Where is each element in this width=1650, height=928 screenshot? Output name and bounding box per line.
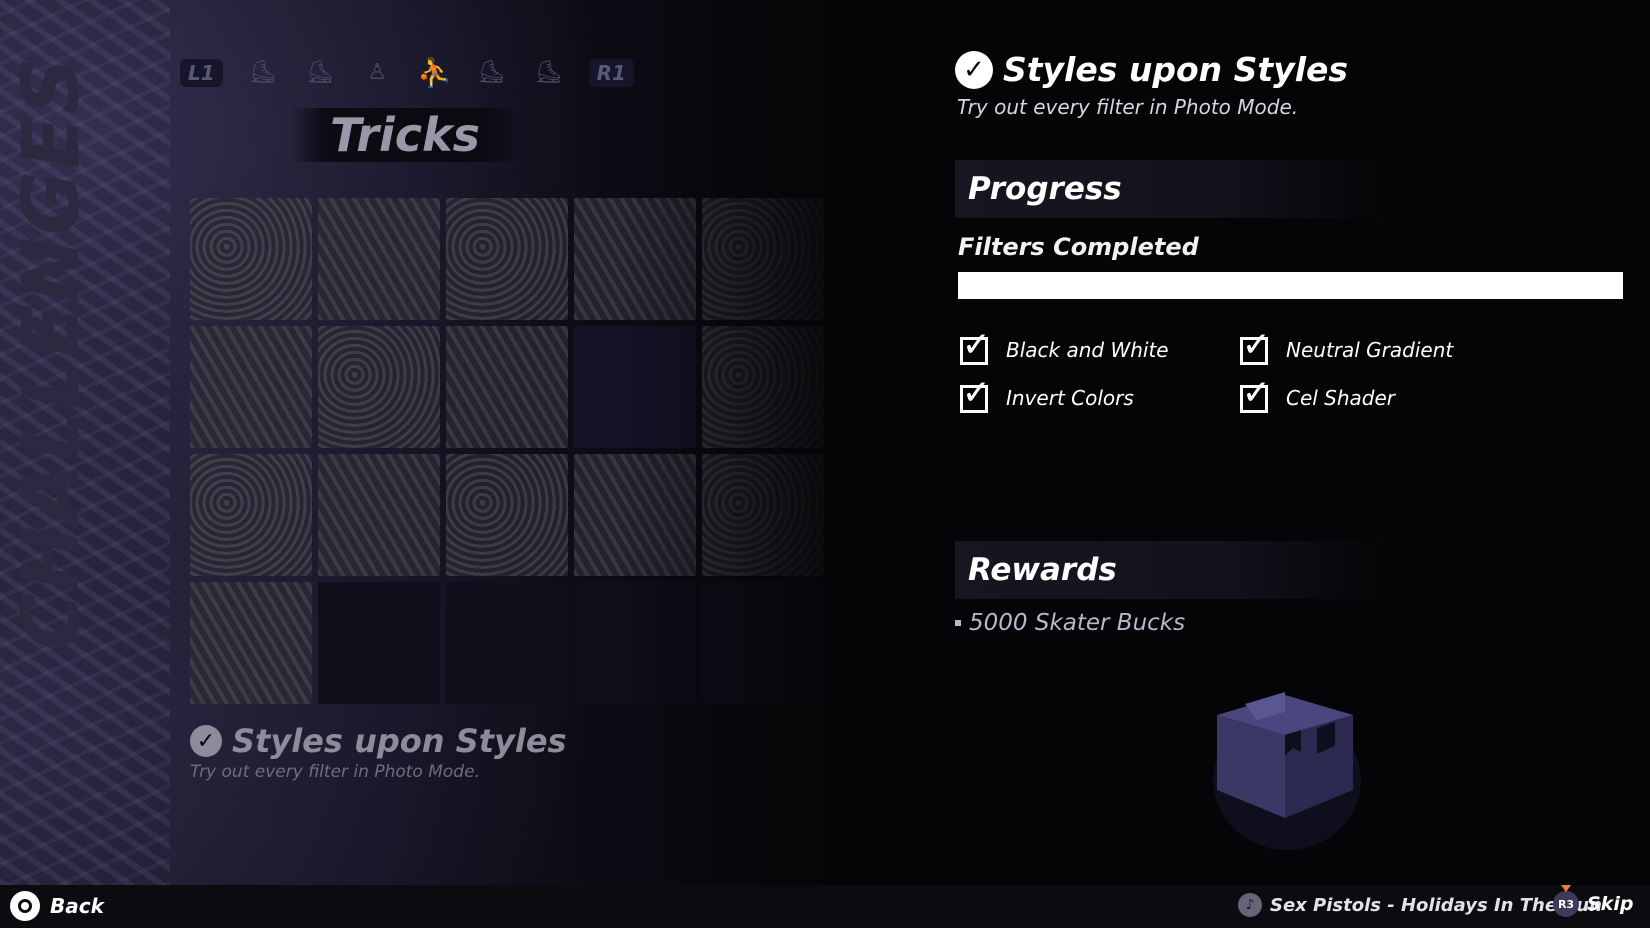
skateboard-icon[interactable]: ⛸ bbox=[246, 60, 280, 86]
back-button[interactable]: Back bbox=[10, 891, 104, 921]
r3-button-icon: R3 bbox=[1553, 885, 1579, 917]
challenge-tile[interactable] bbox=[190, 326, 312, 448]
challenge-tile-locked[interactable] bbox=[318, 582, 440, 704]
filter-item: ✓ Invert Colors bbox=[960, 373, 1240, 416]
challenges-vertical-title: CHALLENGES bbox=[7, 55, 97, 650]
checkbox-checked-icon: ✓ bbox=[1240, 325, 1271, 365]
footer-bar: Back ♪ Sex Pistols - Holidays In The Sun… bbox=[0, 885, 1650, 928]
challenge-tile[interactable] bbox=[318, 198, 440, 320]
filter-item: ✓ Black and White bbox=[960, 325, 1240, 368]
reward-label: 5000 Skater Bucks bbox=[969, 610, 1186, 636]
skateboard-grind-icon[interactable]: ⛸ bbox=[532, 60, 566, 86]
challenge-tile[interactable] bbox=[446, 198, 568, 320]
back-label: Back bbox=[50, 894, 104, 918]
checkbox-checked-icon: ✓ bbox=[960, 325, 991, 365]
challenge-tile[interactable] bbox=[190, 582, 312, 704]
filter-label: Neutral Gradient bbox=[1286, 338, 1454, 362]
skater-icon[interactable]: ♙ bbox=[360, 60, 394, 86]
trick-icon-active[interactable]: ⛹ bbox=[417, 59, 452, 87]
crate-box-icon bbox=[1205, 690, 1365, 850]
checkbox-checked-icon: ✓ bbox=[1240, 373, 1271, 413]
skateboard-grab-icon[interactable]: ⛸ bbox=[303, 60, 337, 86]
now-playing: ♪ Sex Pistols - Holidays In The Sun bbox=[1238, 893, 1602, 917]
challenge-tile[interactable] bbox=[318, 454, 440, 576]
selected-challenge-title: Styles upon Styles bbox=[232, 722, 567, 760]
bullet-icon bbox=[955, 620, 961, 626]
filter-item: ✓ Cel Shader bbox=[1240, 373, 1520, 416]
skip-button[interactable]: R3 Skip bbox=[1553, 885, 1634, 917]
filter-label: Black and White bbox=[1006, 338, 1169, 362]
selected-challenge-summary: ✓ Styles upon Styles Try out every filte… bbox=[190, 722, 567, 782]
progress-bar bbox=[958, 272, 1623, 299]
progress-label: Filters Completed bbox=[958, 233, 1199, 261]
skip-label: Skip bbox=[1587, 893, 1634, 915]
progress-bar-fill bbox=[958, 272, 1623, 299]
challenge-detail: ✓ Styles upon Styles Try out every filte… bbox=[955, 50, 1625, 119]
challenge-tile[interactable] bbox=[190, 454, 312, 576]
panel-fade bbox=[620, 0, 900, 885]
prev-category-button[interactable]: L1 bbox=[180, 59, 223, 87]
checkbox-checked-icon: ✓ bbox=[960, 373, 991, 413]
challenge-tile-locked[interactable] bbox=[446, 582, 568, 704]
challenge-title: Styles upon Styles bbox=[1003, 50, 1349, 89]
category-nav: L1 ⛸ ⛸ ♙ ⛹ ⛸ ⛸ R1 bbox=[172, 48, 642, 98]
challenge-tile[interactable] bbox=[446, 326, 568, 448]
filter-label: Cel Shader bbox=[1286, 386, 1396, 410]
challenge-tile[interactable] bbox=[190, 198, 312, 320]
selected-challenge-description: Try out every filter in Photo Mode. bbox=[190, 762, 480, 782]
rewards-header: Rewards bbox=[955, 541, 1385, 599]
challenge-description: Try out every filter in Photo Mode. bbox=[957, 95, 1299, 119]
completed-check-icon: ✓ bbox=[955, 50, 993, 89]
challenges-background-panel: CHALLENGES L1 ⛸ ⛸ ♙ ⛹ ⛸ ⛸ R1 Tricks ✓ St… bbox=[0, 0, 900, 885]
filter-checklist: ✓ Black and White ✓ Neutral Gradient ✓ I… bbox=[960, 325, 1560, 416]
filter-item: ✓ Neutral Gradient bbox=[1240, 325, 1520, 368]
progress-header: Progress bbox=[955, 160, 1385, 218]
challenge-tile[interactable] bbox=[446, 454, 568, 576]
category-title: Tricks bbox=[290, 108, 520, 162]
circle-button-icon bbox=[10, 891, 40, 921]
completed-check-icon: ✓ bbox=[190, 725, 222, 757]
reward-item: 5000 Skater Bucks bbox=[955, 610, 1185, 636]
challenge-tile[interactable] bbox=[318, 326, 440, 448]
music-icon: ♪ bbox=[1238, 893, 1262, 917]
skateboard-flip-icon[interactable]: ⛸ bbox=[474, 60, 508, 86]
filter-label: Invert Colors bbox=[1006, 386, 1134, 410]
